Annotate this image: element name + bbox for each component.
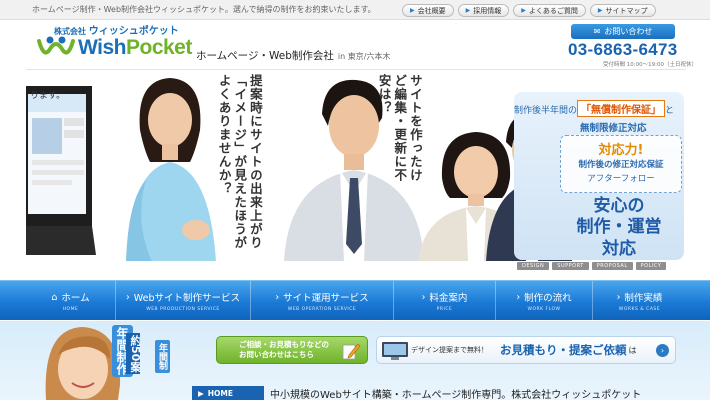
estimate-particle: は (628, 345, 637, 355)
estimate-request-text: お見積もり・提案ご依頼 (500, 343, 627, 357)
contact-button-label: お問い合わせ (604, 27, 653, 36)
chevron-right-icon: › (125, 291, 130, 303)
home-breadcrumb[interactable]: ▶ HOME (192, 386, 264, 400)
stamp-title: 対応力! (598, 143, 644, 158)
promo-big-line2: 制作・運営 (576, 217, 662, 238)
company-location: in 東京/六本木 (337, 52, 391, 61)
arrow-right-icon: › (656, 344, 669, 357)
arrow-right-icon: ▶ (521, 7, 526, 14)
home-icon: ⌂ (51, 291, 58, 303)
mail-icon: ✉ (593, 27, 601, 36)
arrow-right-icon: ▶ (597, 7, 603, 14)
pencil-icon (342, 343, 361, 360)
gnav-workflow-label: 制作の流れ (524, 293, 572, 304)
gnav-web-production-label: Webサイト制作サービス (133, 293, 241, 304)
side-badge-text: 年間制 (157, 343, 167, 370)
gnav-web-production[interactable]: › Webサイト制作サービス WEB PRODUCTION SERVICE (116, 281, 251, 321)
promo-line1-highlight: 「無償制作保証」 (577, 100, 666, 117)
arrow-right-icon: ▶ (410, 7, 415, 14)
intro-heading: 中小規模のWebサイト構築・ホームページ制作専門。株式会社ウィッシュポケット (270, 390, 642, 401)
gnav-works-label: 制作実績 (624, 293, 663, 304)
tag-design[interactable]: DESIGN (517, 262, 550, 270)
topnav-sitemap[interactable]: ▶ サイトマップ (589, 4, 656, 17)
side-badge: 年間制 (155, 340, 170, 373)
hero-banner: ります。 提案時にサイトの出来上がり「イメージ」が見えたほうがよくありませんか？… (26, 69, 686, 261)
tag-policy[interactable]: POLICY (635, 262, 667, 270)
company-description: ホームページ・Web制作会社 in 東京/六本木 (196, 48, 390, 63)
topnav-company-label: 会社概要 (417, 6, 446, 15)
consult-line1: ご相談・お見積もりなどの (239, 340, 329, 350)
topnav-recruit[interactable]: ▶ 採用情報 (457, 4, 510, 17)
site-tagline: ホームページ制作・Web制作会社ウィッシュポケット。選んで納得の制作をお約束いた… (32, 5, 376, 14)
logo-mark-icon (37, 36, 75, 55)
consult-line2: お問い合わせはこちら (239, 350, 314, 359)
topnav-faq-label: よくあるご質問 (528, 6, 578, 15)
gnav-workflow-sub: WORK FLOW (527, 307, 561, 312)
gnav-home[interactable]: ⌂ ホーム HOME (26, 281, 116, 321)
chevron-right-icon: › (421, 291, 426, 303)
company-desc-text: ホームページ・Web制作会社 (196, 50, 334, 62)
estimate-banner[interactable]: デザイン提案まで無料！ お見積もり・提案ご依頼 は › (376, 336, 676, 364)
woman-photo (126, 78, 216, 261)
hero-copy-left: 提案時にサイトの出来上がり「イメージ」が見えたほうがよくありませんか？ (216, 74, 263, 250)
topnav-recruit-label: 採用情報 (473, 6, 502, 15)
chevron-right-icon: › (516, 291, 521, 303)
hero-tags: DESIGN SUPPORT PROPOSAL POLICY (517, 262, 667, 270)
chevron-right-icon: › (275, 291, 280, 303)
gnav-home-sub: HOME (62, 307, 79, 312)
tag-proposal[interactable]: PROPOSAL (591, 262, 633, 270)
promo-line2: 無制限修正対応 (580, 123, 647, 134)
business-hours: 受付時間 10:00〜19:00（土日祝休） (603, 62, 697, 68)
promo-big-line3: 対応 (602, 238, 636, 259)
laptop-image (26, 86, 96, 255)
logo-wish: Wish (78, 36, 126, 59)
topnav-faq[interactable]: ▶ よくあるご質問 (513, 4, 586, 17)
chevron-right-icon: › (616, 291, 621, 303)
gnav-works[interactable]: › 制作実績 WORKS & CASE (593, 281, 686, 321)
promo-panel: 制作後半年間の 「無償制作保証」と 無制限修正対応 対応力! 制作後の修正対応保証… (474, 84, 684, 260)
promo-line1: 制作後半年間の 「無償制作保証」と (514, 100, 674, 117)
promo-big-text: 安心の 制作・運営 対応 (554, 196, 684, 260)
badge-count: 約50案 (126, 333, 140, 375)
home-breadcrumb-label: HOME (207, 388, 234, 398)
top-bar: ホームページ制作・Web制作会社ウィッシュポケット。選んで納得の制作をお約束いた… (0, 0, 710, 20)
promo-line1-suffix: と (665, 106, 675, 116)
promo-line1-prefix: 制作後半年間の (514, 106, 578, 116)
gnav-price-sub: PRICE (436, 307, 453, 312)
phone-number: 03-6863-6473 (568, 40, 678, 59)
topnav-sitemap-label: サイトマップ (605, 6, 648, 15)
laptop-screen-text: ります。 (30, 91, 66, 101)
arrow-right-icon: ▶ (465, 7, 471, 14)
monitor-icon (382, 342, 408, 360)
consult-text: ご相談・お見積もりなどの お問い合わせはこちら (239, 340, 329, 360)
stamp-sub1: 制作後の修正対応保証 (578, 160, 664, 170)
chevron-right-icon: ▶ (198, 388, 204, 398)
gnav-web-operation-sub: WEB OPERATION SERVICE (287, 307, 357, 312)
top-nav: ▶ 会社概要 ▶ 採用情報 ▶ よくあるご質問 ▶ サイトマップ (402, 4, 656, 17)
gnav-web-operation-label: サイト運用サービス (283, 293, 369, 304)
gnav-workflow[interactable]: › 制作の流れ WORK FLOW (496, 281, 593, 321)
gnav-price-label: 料金案内 (429, 293, 468, 304)
site-logo[interactable]: 株式会社 ウィッシュポケット WishPocket (36, 21, 192, 65)
gnav-home-label: ホーム (61, 293, 90, 304)
tag-support[interactable]: SUPPORT (552, 262, 589, 270)
gnav-web-production-sub: WEB PRODUCTION SERVICE (146, 307, 220, 312)
woman3-photo-area: 年間制作 約50案 (40, 325, 140, 400)
consult-button[interactable]: ご相談・お見積もりなどの お問い合わせはこちら (216, 336, 368, 364)
contact-button[interactable]: ✉ お問い合わせ (571, 24, 675, 39)
promo-stamp: 対応力! 制作後の修正対応保証 アフターフォロー (560, 135, 682, 193)
logo-pocket: Pocket (125, 36, 192, 59)
gnav-price[interactable]: › 料金案内 PRICE (394, 281, 496, 321)
gnav-web-operation[interactable]: › サイト運用サービス WEB OPERATION SERVICE (251, 281, 394, 321)
stamp-sub2: アフターフォロー (587, 174, 655, 184)
topnav-company[interactable]: ▶ 会社概要 (402, 4, 454, 17)
global-nav: ⌂ ホーム HOME › Webサイト制作サービス WEB PRODUCTION S… (0, 280, 710, 321)
promo-big-line1: 安心の (593, 196, 645, 216)
gnav-works-sub: WORKS & CASE (618, 307, 661, 312)
estimate-free-text: デザイン提案まで無料！ (411, 346, 488, 354)
logo-wordmark: WishPocket (78, 36, 192, 60)
